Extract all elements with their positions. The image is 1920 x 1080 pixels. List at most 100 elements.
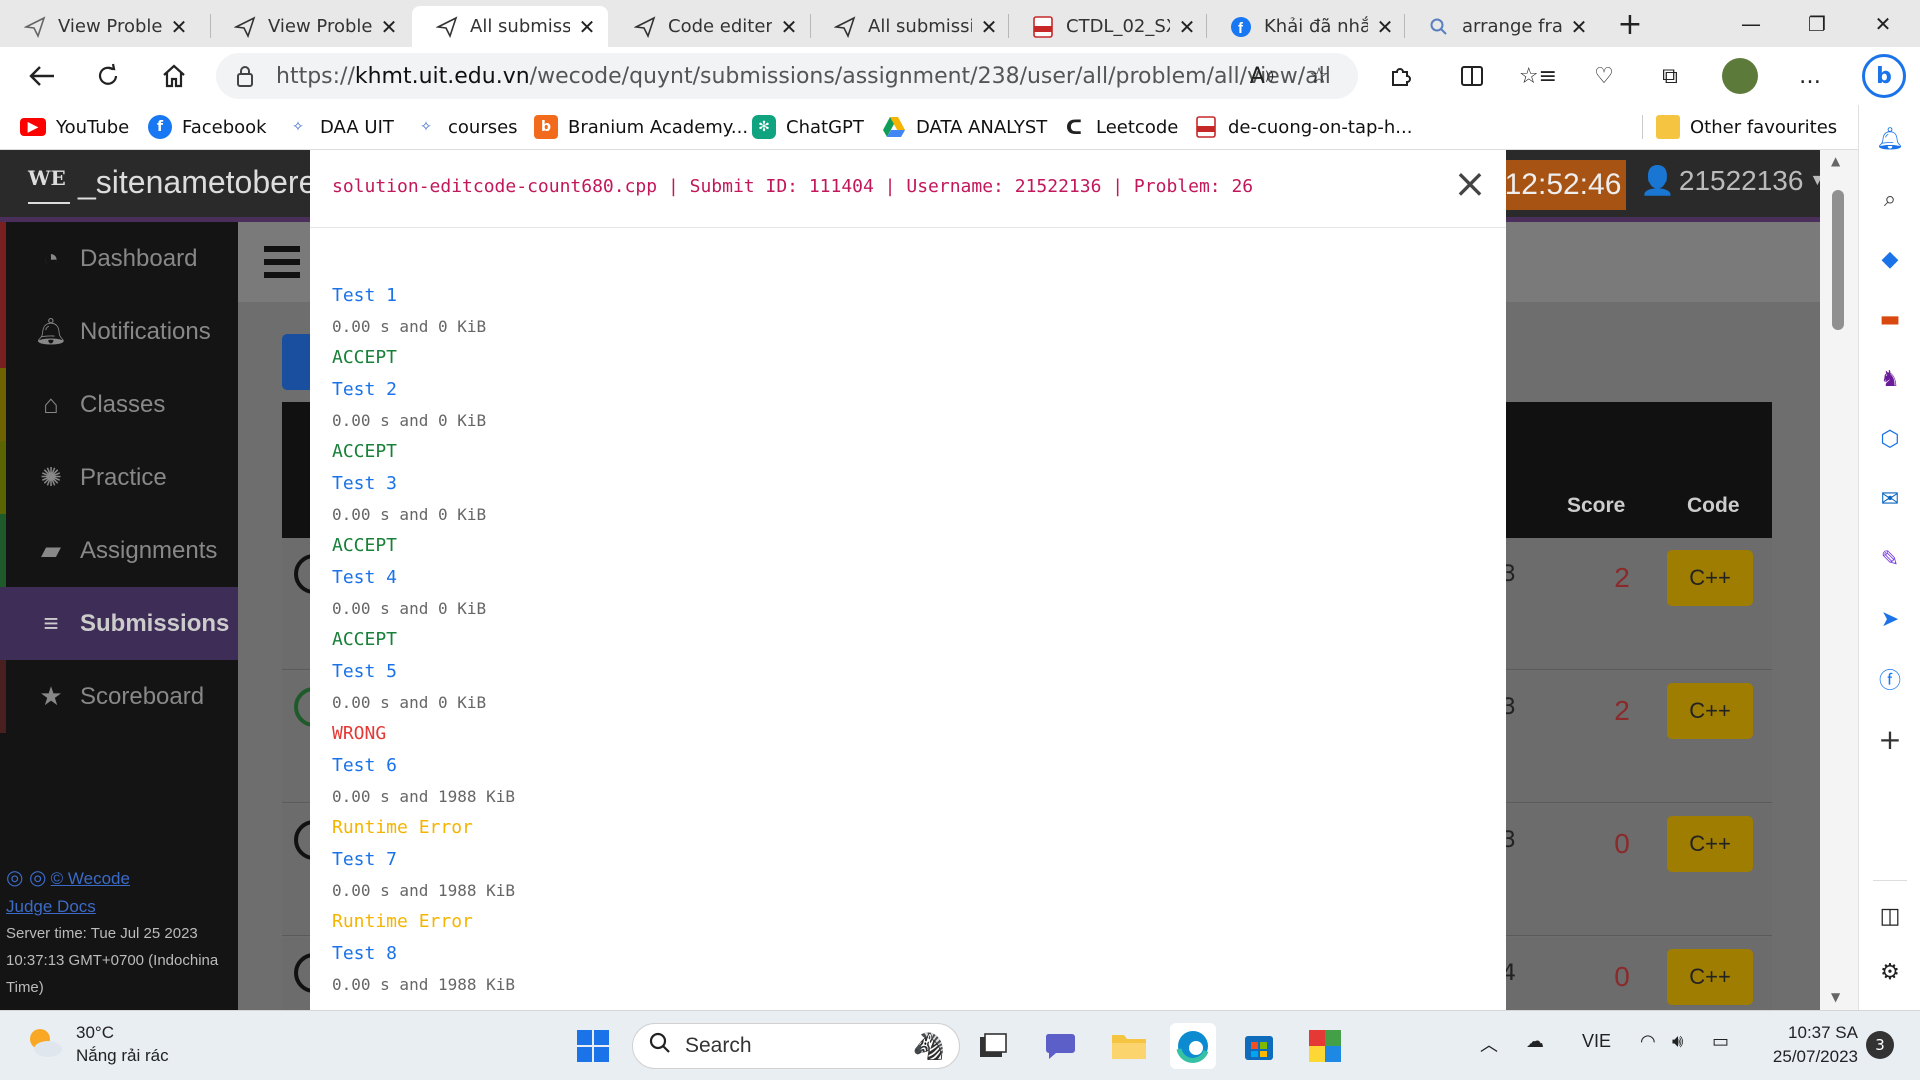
tray-cloud-icon[interactable]: ☁ (1526, 1031, 1544, 1052)
restore-button[interactable]: ❐ (1784, 0, 1850, 47)
tab-view-problem-1[interactable]: View Problem ✕ (0, 6, 200, 47)
code-button[interactable]: C++ (1667, 550, 1753, 606)
other-favourites[interactable]: Other favourites (1656, 113, 1837, 141)
system-clock[interactable]: 10:37 SA 25/07/2023 (1770, 1021, 1858, 1069)
scrollbar-thumb[interactable] (1832, 190, 1844, 330)
close-window-button[interactable]: ✕ (1850, 0, 1916, 47)
add-icon[interactable]: + (1874, 723, 1906, 756)
close-icon[interactable]: ✕ (978, 15, 1000, 39)
outlook-icon[interactable]: ✉ (1874, 483, 1906, 515)
tab-facebook[interactable]: f Khải đã nhắc ✕ (1206, 6, 1406, 47)
judge-docs-link[interactable]: Judge Docs (6, 893, 236, 920)
menu-assignments[interactable]: ▰ Assignments (0, 514, 238, 587)
wecode-link[interactable]: © Wecode (51, 869, 130, 888)
bookmark-de-cuong[interactable]: de-cuong-on-tap-h... (1194, 113, 1412, 141)
file-explorer-icon[interactable] (1106, 1023, 1152, 1069)
browser-essentials-icon[interactable]: ♡ (1588, 60, 1620, 92)
profile-avatar[interactable] (1722, 58, 1758, 94)
tab-all-submissions-active[interactable]: All submissions ✕ (412, 6, 608, 47)
favorite-star-icon[interactable]: ☆ (1303, 60, 1335, 92)
code-button[interactable]: C++ (1667, 949, 1753, 1005)
modal-close-icon[interactable]: × (1450, 164, 1490, 206)
microsoft365-icon[interactable]: ⬡ (1874, 423, 1906, 455)
site-name[interactable]: _sitenametoberep (78, 164, 334, 201)
read-aloud-icon[interactable]: A)) (1246, 60, 1278, 92)
menu-scoreboard[interactable]: ★ Scoreboard (0, 660, 238, 733)
favorites-icon[interactable]: ☆≡ (1519, 60, 1557, 92)
code-button[interactable]: C++ (1667, 816, 1753, 872)
bing-copilot-icon[interactable]: b (1862, 54, 1906, 98)
user-menu[interactable]: 👤 21522136 ▼ (1640, 164, 1820, 197)
bookmark-data-analyst[interactable]: DATA ANALYST (882, 113, 1047, 141)
scroll-down-icon[interactable]: ▼ (1831, 990, 1840, 1004)
taskbar-search[interactable]: Search 🦓 (632, 1023, 960, 1069)
close-icon[interactable]: ✕ (1176, 15, 1198, 39)
notification-bell-icon[interactable]: 🔔︎ (1874, 123, 1906, 155)
tab-pdf-ctdl[interactable]: CTDL_02_SX ✕ (1008, 6, 1208, 47)
shopping-tag-icon[interactable]: ◆ (1874, 243, 1906, 275)
tab-code-editor[interactable]: Code editer ✕ (610, 6, 810, 47)
volume-icon[interactable]: 🔊︎ (1672, 1031, 1683, 1052)
close-icon[interactable]: ✕ (1568, 15, 1590, 39)
hamburger-menu-icon[interactable] (264, 246, 300, 278)
refresh-button[interactable] (88, 56, 128, 96)
close-icon[interactable]: ✕ (576, 15, 598, 39)
close-icon[interactable]: ✕ (1374, 15, 1396, 39)
close-icon[interactable]: ✕ (168, 15, 190, 39)
split-screen-icon[interactable] (1456, 60, 1488, 92)
designer-icon[interactable]: ✎ (1874, 543, 1906, 575)
notification-count-badge[interactable]: 3 (1866, 1031, 1894, 1059)
battery-icon[interactable]: ▭ (1712, 1031, 1729, 1052)
close-icon[interactable]: ✕ (378, 15, 400, 39)
menu-submissions[interactable]: ≡ Submissions (0, 587, 238, 660)
bookmark-daa-uit[interactable]: ✧ DAA UIT (286, 113, 394, 141)
hide-sidebar-icon[interactable]: ◫ (1874, 900, 1906, 932)
scroll-up-icon[interactable]: ▲ (1831, 154, 1840, 168)
more-options-icon[interactable]: … (1794, 60, 1826, 92)
menu-notifications[interactable]: 🔔︎ Notifications (0, 295, 238, 368)
bookmark-youtube[interactable]: ▶ YouTube (20, 113, 129, 141)
new-tab-button[interactable]: + (1610, 4, 1650, 44)
bookmark-facebook[interactable]: f Facebook (148, 113, 267, 141)
back-button[interactable] (22, 56, 62, 96)
tray-overflow-chevron-icon[interactable]: ︿ (1480, 1031, 1498, 1057)
submission-result-modal: solution-editcode-count680.cpp | Submit … (310, 150, 1506, 1010)
extensions-icon[interactable] (1384, 60, 1416, 92)
menu-dashboard[interactable]: ◔ Dashboard (0, 222, 238, 295)
paper-plane-icon (24, 15, 46, 38)
menu-practice[interactable]: ✺ Practice (0, 441, 238, 514)
tab-view-problem-2[interactable]: View Problem ✕ (210, 6, 410, 47)
site-logo[interactable]: WE (28, 166, 70, 204)
colorful-app-icon[interactable] (1302, 1023, 1348, 1069)
code-button[interactable]: C++ (1667, 683, 1753, 739)
minimize-button[interactable]: — (1718, 0, 1784, 47)
tools-icon[interactable]: ▬ (1874, 303, 1906, 335)
filter-button[interactable] (282, 334, 312, 390)
teams-chat-icon[interactable] (1038, 1023, 1084, 1069)
bookmark-branium[interactable]: b Branium Academy... (534, 113, 748, 141)
tab-all-submissions-2[interactable]: All submissions ✕ (810, 6, 1010, 47)
windows-start-icon[interactable] (570, 1023, 616, 1069)
weather-widget[interactable]: 30°C Nắng rải rác (26, 1021, 169, 1067)
send-icon[interactable]: ➤ (1874, 603, 1906, 635)
bookmark-courses[interactable]: ✧ courses (414, 113, 518, 141)
games-icon[interactable]: ♞ (1874, 363, 1906, 395)
facebook-icon[interactable]: ⓕ (1874, 663, 1906, 695)
wifi-icon[interactable]: ◠ (1640, 1031, 1656, 1052)
language-indicator[interactable]: VIE (1582, 1031, 1611, 1052)
search-icon[interactable]: ⌕ (1874, 183, 1906, 215)
settings-gear-icon[interactable]: ⚙ (1874, 956, 1906, 988)
page-scrollbar[interactable]: ▲ ▼ (1820, 150, 1858, 1010)
bookmark-chatgpt[interactable]: ✻ ChatGPT (752, 113, 864, 141)
tab-search[interactable]: arrange fract ✕ (1404, 6, 1600, 47)
menu-classes[interactable]: ⌂ Classes (0, 368, 238, 441)
edge-browser-icon[interactable] (1170, 1023, 1216, 1069)
score-cell: 2 (1614, 695, 1630, 726)
microsoft-store-icon[interactable] (1236, 1023, 1282, 1069)
home-button[interactable] (154, 56, 194, 96)
collections-icon[interactable]: ⧉ (1654, 60, 1686, 92)
address-bar[interactable]: https://khmt.uit.edu.vn/wecode/quynt/sub… (216, 53, 1358, 99)
task-view-icon[interactable] (970, 1023, 1016, 1069)
bookmark-leetcode[interactable]: ᑕ Leetcode (1062, 113, 1178, 141)
close-icon[interactable]: ✕ (778, 15, 800, 39)
